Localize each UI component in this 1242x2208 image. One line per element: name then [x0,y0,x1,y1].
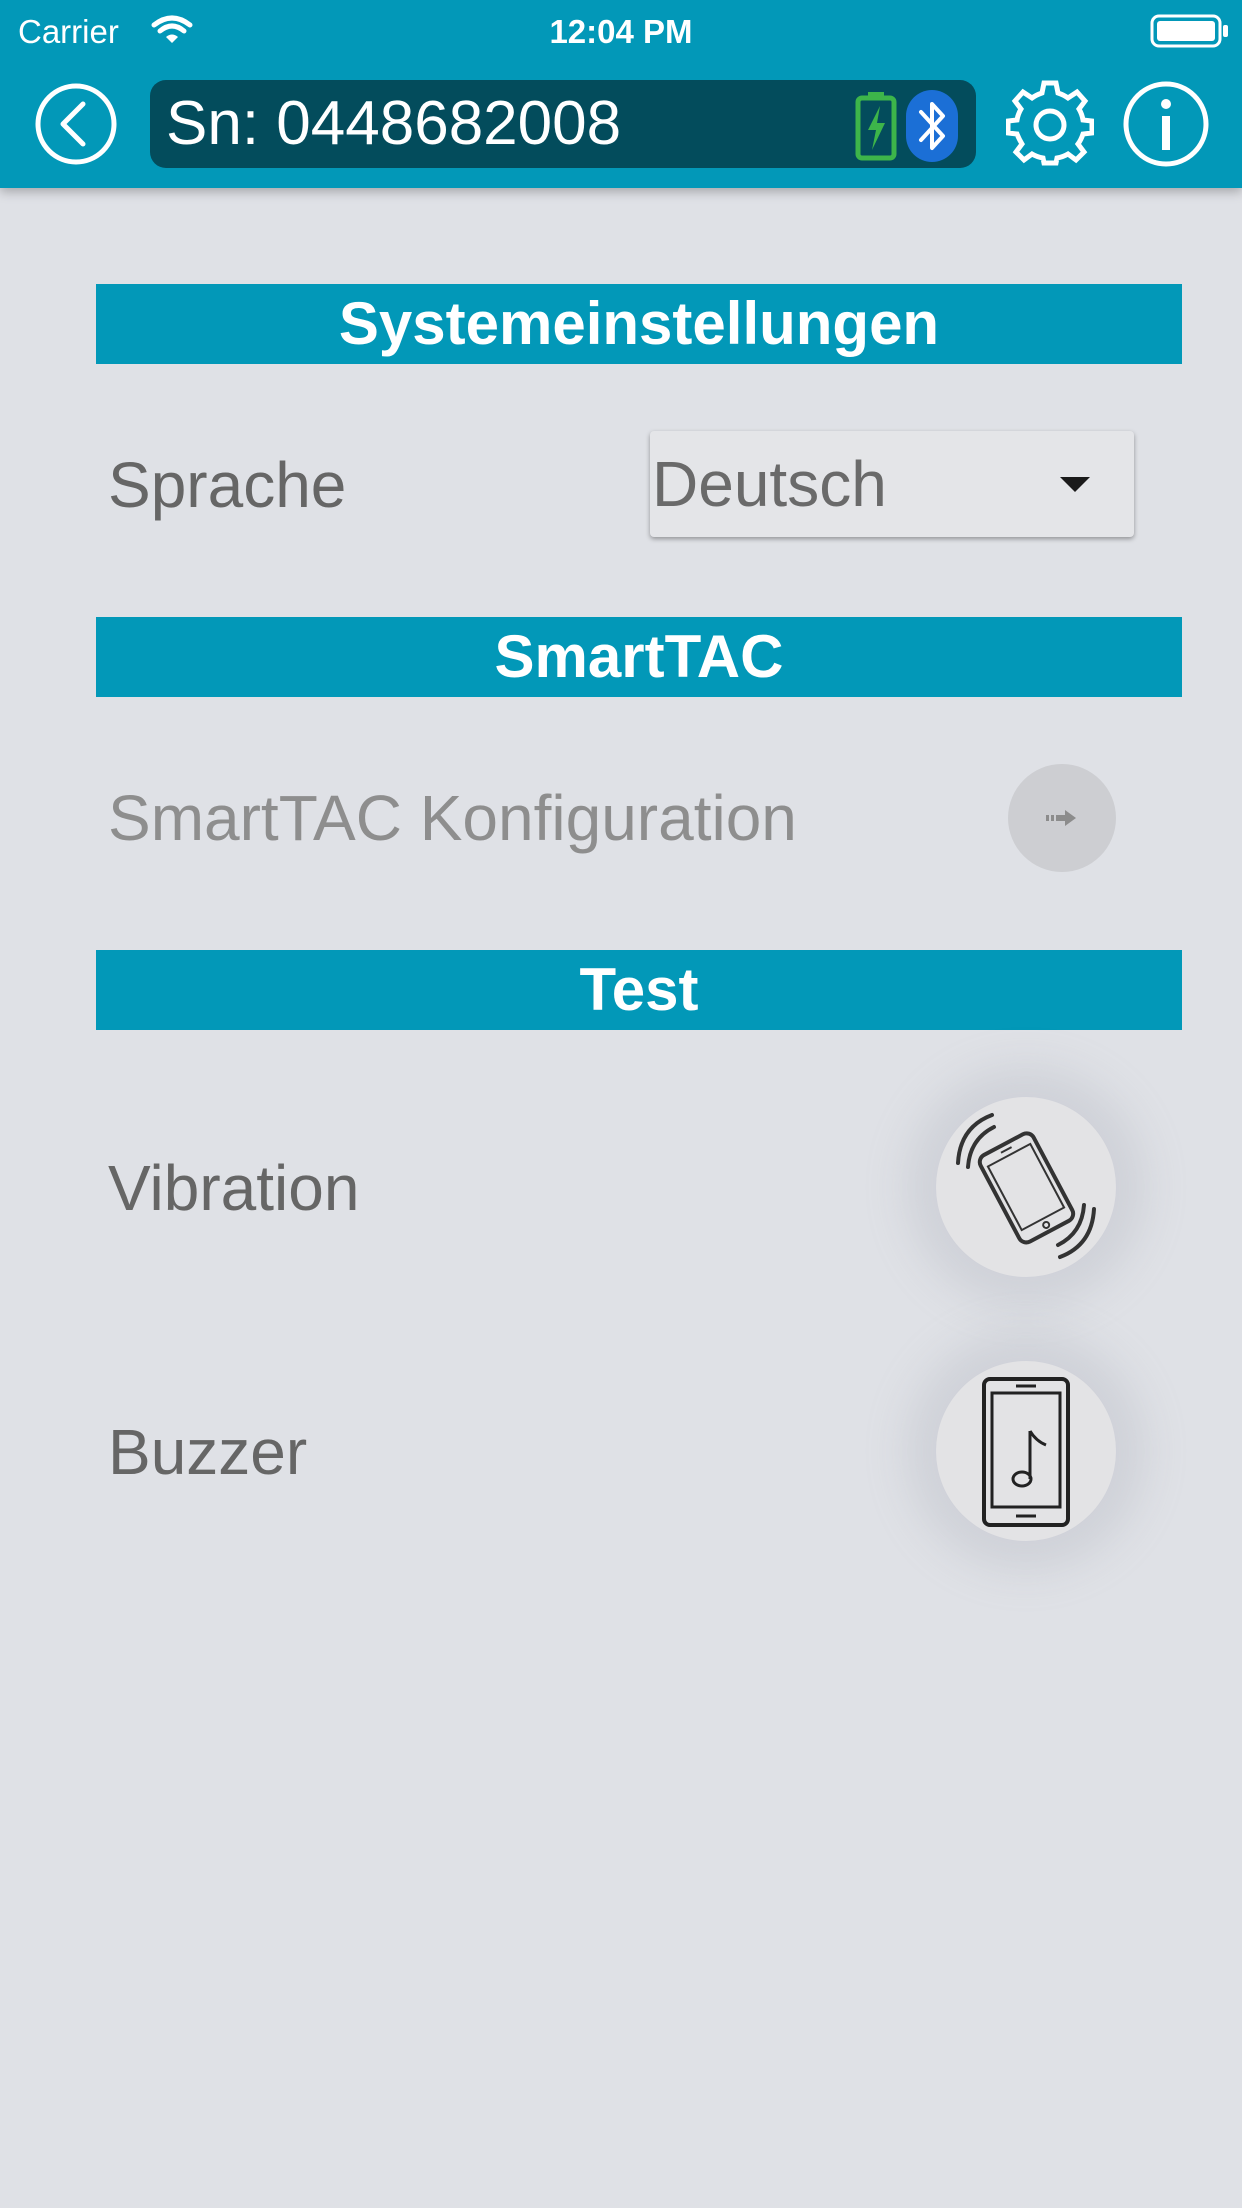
back-button[interactable] [34,82,118,166]
serial-number-label: Sn: 0448682008 [166,89,622,158]
vibration-label: Vibration [108,1152,360,1224]
arrow-right-icon [1046,808,1078,833]
gear-icon [1005,80,1095,166]
chevron-down-icon [1060,477,1090,492]
language-label: Sprache [108,449,347,521]
settings-button[interactable] [1005,80,1095,168]
app-header: Carrier 12:04 PM Sn: 0448682008 [0,0,1242,188]
info-button[interactable] [1122,80,1210,168]
buzzer-label: Buzzer [108,1416,308,1488]
section-header-smarttac: SmartTAC [96,617,1182,697]
serial-number-display: Sn: 0448682008 [150,80,976,168]
phone-vibrate-icon [956,1113,1096,1259]
battery-charging-icon [854,90,898,167]
bluetooth-icon [906,90,958,167]
language-dropdown[interactable]: Deutsch [650,431,1134,537]
section-header-system: Systemeinstellungen [96,284,1182,364]
buzzer-test-button[interactable] [936,1361,1116,1541]
status-time: 12:04 PM [549,13,693,50]
smarttac-config-label: SmartTAC Konfiguration [108,782,797,854]
back-icon [35,83,117,165]
status-battery-icon [1150,14,1230,53]
section-header-test: Test [96,950,1182,1030]
phone-music-icon [982,1377,1070,1527]
language-selected-value: Deutsch [652,448,887,520]
info-icon [1123,81,1209,167]
smarttac-config-button[interactable] [1008,764,1116,872]
vibration-test-button[interactable] [936,1097,1116,1277]
